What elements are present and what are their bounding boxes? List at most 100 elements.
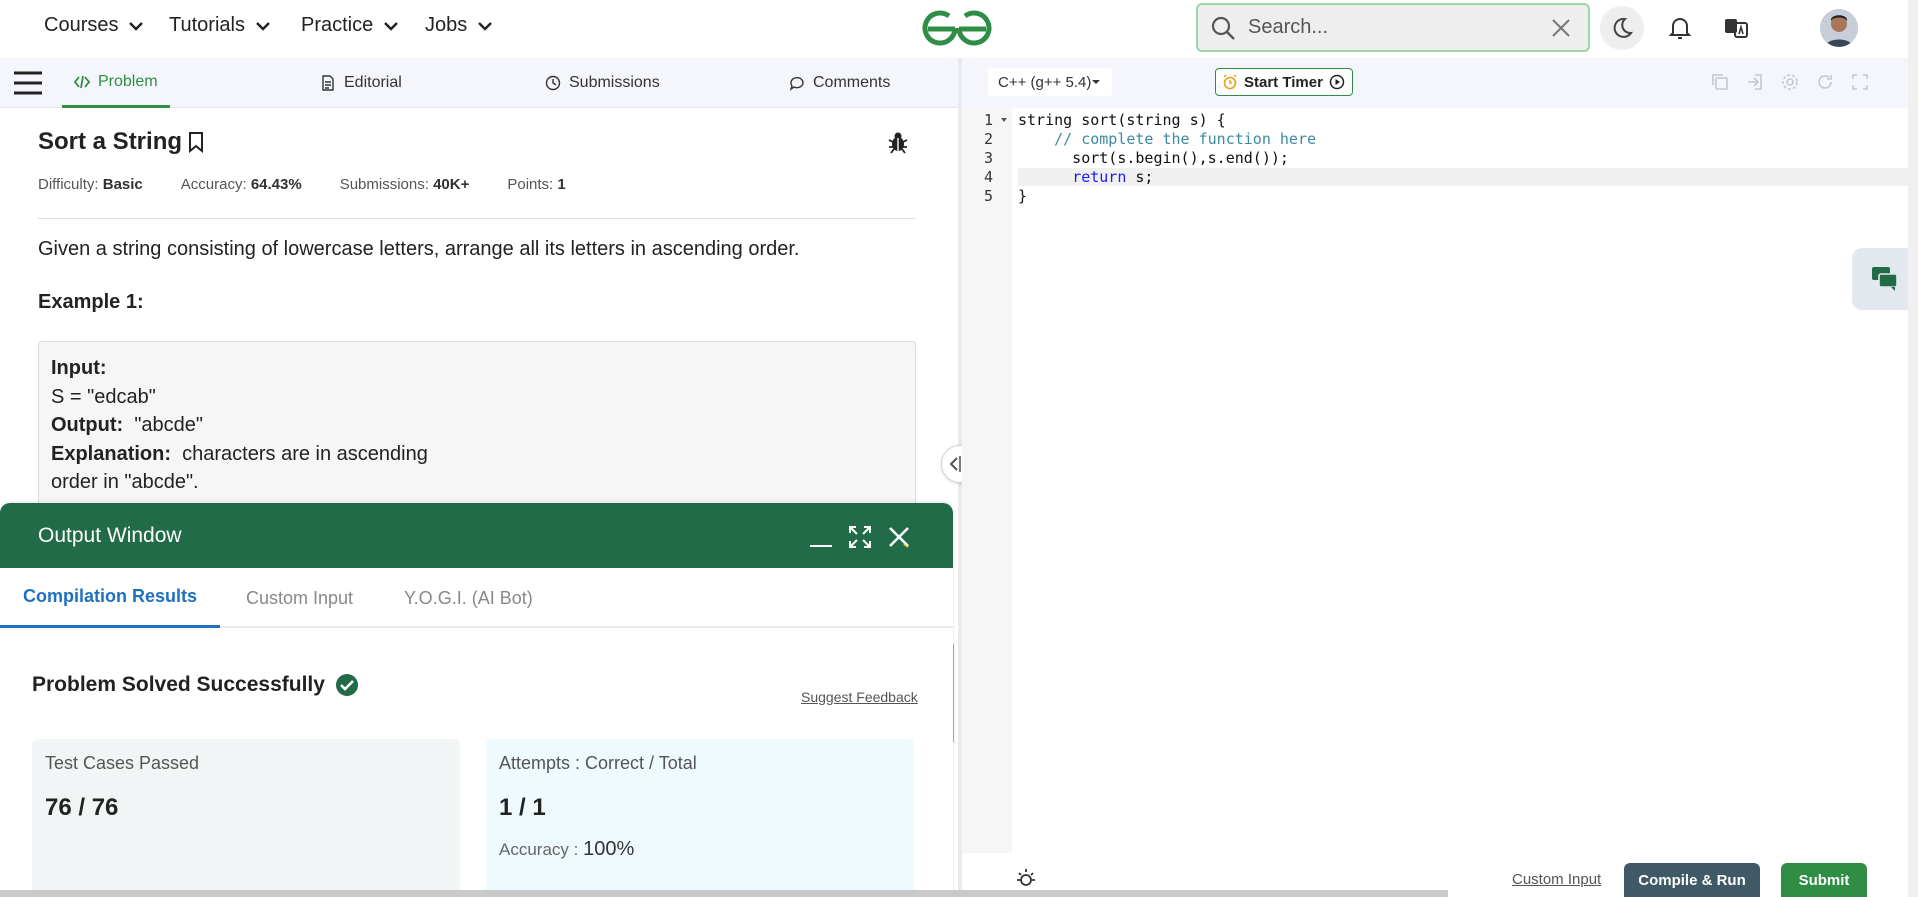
- clock-icon: [545, 75, 561, 91]
- test-cases-card: Test Cases Passed 76 / 76: [32, 739, 460, 897]
- menu-icon[interactable]: [14, 70, 42, 96]
- minimize-icon[interactable]: [808, 524, 834, 550]
- suggest-feedback-link[interactable]: Suggest Feedback: [801, 689, 918, 705]
- problem-description: Given a string consisting of lowercase l…: [38, 238, 800, 260]
- code-keyword-return: return: [1072, 168, 1127, 186]
- fold-icon[interactable]: [1000, 116, 1008, 124]
- gear-icon[interactable]: [1780, 72, 1800, 92]
- copy-icon[interactable]: [1710, 72, 1730, 92]
- output-window-header: Output Window: [0, 503, 953, 568]
- line-number: 4: [984, 168, 994, 186]
- tab-custom-input[interactable]: Custom Input: [246, 568, 353, 628]
- tab-problem-label: Problem: [98, 72, 158, 90]
- example-title: Example 1:: [38, 291, 144, 313]
- accuracy-label: Accuracy:: [180, 176, 247, 193]
- logo-icon[interactable]: [918, 8, 996, 48]
- test-cases-label: Test Cases Passed: [45, 753, 200, 773]
- nav-courses-label: Courses: [44, 14, 119, 36]
- output-window-title: Output Window: [38, 523, 182, 547]
- horizontal-scrollbar[interactable]: [0, 890, 1448, 897]
- explanation-line2: order in "abcde".: [51, 471, 199, 493]
- nav-practice-label: Practice: [301, 14, 374, 36]
- code-line-2: // complete the function here: [1018, 130, 1317, 148]
- tab-editorial[interactable]: Editorial: [320, 58, 402, 108]
- submissions-meta: Submissions: 40K+: [340, 176, 470, 193]
- accuracy-value: 64.43%: [250, 176, 302, 193]
- top-navbar: Courses Tutorials Practice Jobs Search..…: [0, 0, 1918, 56]
- accuracy-meta: Accuracy: 64.43%: [181, 176, 302, 193]
- language-select[interactable]: C++ (g++ 5.4): [988, 68, 1112, 96]
- code-editor[interactable]: 1 2 3 4 5 string sort(string s) { // com…: [962, 108, 1918, 853]
- code-line-3: sort(s.begin(),s.end());: [1018, 149, 1289, 167]
- reset-icon[interactable]: [1815, 72, 1835, 92]
- problem-title-text: Sort a String: [38, 128, 183, 155]
- attempts-card: Attempts : Correct / Total 1 / 1 Accurac…: [486, 739, 914, 897]
- tab-yogi-ai-bot[interactable]: Y.O.G.I. (AI Bot): [404, 568, 533, 628]
- input-label: Input:: [51, 357, 107, 379]
- line-number: 1: [984, 111, 994, 129]
- bookmark-icon[interactable]: [186, 131, 206, 153]
- points-meta: Points: 1: [507, 176, 565, 193]
- custom-input-link[interactable]: Custom Input: [1512, 871, 1601, 888]
- nav-practice[interactable]: Practice: [301, 14, 399, 37]
- close-icon[interactable]: [886, 524, 912, 550]
- lightbulb-icon[interactable]: [1014, 867, 1038, 891]
- user-photo-icon: [1820, 9, 1858, 47]
- notifications-button[interactable]: [1658, 6, 1702, 50]
- nav-tutorials[interactable]: Tutorials: [169, 14, 271, 37]
- window-scrollbar[interactable]: [1908, 0, 1918, 897]
- start-timer-button[interactable]: Start Timer: [1215, 68, 1353, 96]
- compile-run-button[interactable]: Compile & Run: [1624, 863, 1760, 897]
- code-line-4-rest: s;: [1126, 168, 1154, 186]
- close-icon[interactable]: [1550, 17, 1572, 39]
- search-box[interactable]: Search...: [1196, 3, 1590, 52]
- tab-submissions[interactable]: Submissions: [545, 58, 660, 108]
- code-line-4: return s;: [1018, 168, 1918, 186]
- nav-tutorials-label: Tutorials: [169, 14, 245, 36]
- expand-icon[interactable]: [847, 524, 873, 550]
- attempts-label: Attempts : Correct / Total: [499, 753, 697, 773]
- search-input[interactable]: Search...: [1248, 16, 1550, 39]
- problem-title: Sort a String: [38, 128, 206, 156]
- tab-compilation-results[interactable]: Compilation Results: [0, 568, 221, 628]
- play-circle-icon: [1329, 74, 1345, 90]
- translate-icon: [1725, 19, 1748, 38]
- code-line-1: string sort(string s) {: [1018, 111, 1226, 129]
- tab-problem[interactable]: Problem: [62, 58, 170, 108]
- search-icon: [1211, 16, 1235, 40]
- attempts-value: 1 / 1: [499, 794, 546, 821]
- check-circle-icon: [335, 674, 358, 696]
- caret-down-icon: [1092, 80, 1101, 84]
- difficulty-label: Difficulty:: [38, 176, 99, 193]
- bug-icon[interactable]: [886, 130, 910, 154]
- chevron-down-icon: [478, 21, 493, 31]
- output-value: "abcde": [134, 414, 204, 436]
- nav-jobs[interactable]: Jobs: [425, 14, 493, 37]
- nav-jobs-label: Jobs: [425, 14, 468, 36]
- result-accuracy: Accuracy : 100%: [499, 838, 901, 861]
- difficulty-value: Basic: [102, 176, 143, 193]
- points-label: Points:: [507, 176, 554, 193]
- translate-button[interactable]: [1714, 6, 1758, 50]
- fullscreen-icon[interactable]: [1850, 72, 1870, 92]
- explanation-line1: characters are in ascending: [182, 442, 428, 465]
- dark-mode-toggle[interactable]: [1600, 6, 1644, 50]
- submissions-value: 40K+: [433, 176, 470, 193]
- line-number: 3: [984, 149, 994, 167]
- nav-courses[interactable]: Courses: [44, 14, 144, 37]
- tab-submissions-label: Submissions: [569, 74, 660, 91]
- submit-button[interactable]: Submit: [1781, 863, 1867, 897]
- problem-tabbar: Problem Editorial Submissions Comments: [0, 58, 958, 108]
- tab-comments[interactable]: Comments: [789, 58, 890, 108]
- comment-icon: [789, 76, 804, 91]
- tab-comments-label: Comments: [813, 74, 891, 91]
- moon-icon: [1613, 17, 1634, 38]
- output-label: Output:: [51, 414, 124, 436]
- tab-editorial-label: Editorial: [344, 74, 402, 91]
- avatar[interactable]: [1820, 9, 1858, 47]
- line-number: 5: [984, 187, 994, 205]
- import-icon[interactable]: [1745, 72, 1765, 92]
- document-icon: [322, 75, 334, 91]
- result-status-text: Problem Solved Successfully: [32, 673, 325, 696]
- test-cases-value: 76 / 76: [45, 794, 119, 821]
